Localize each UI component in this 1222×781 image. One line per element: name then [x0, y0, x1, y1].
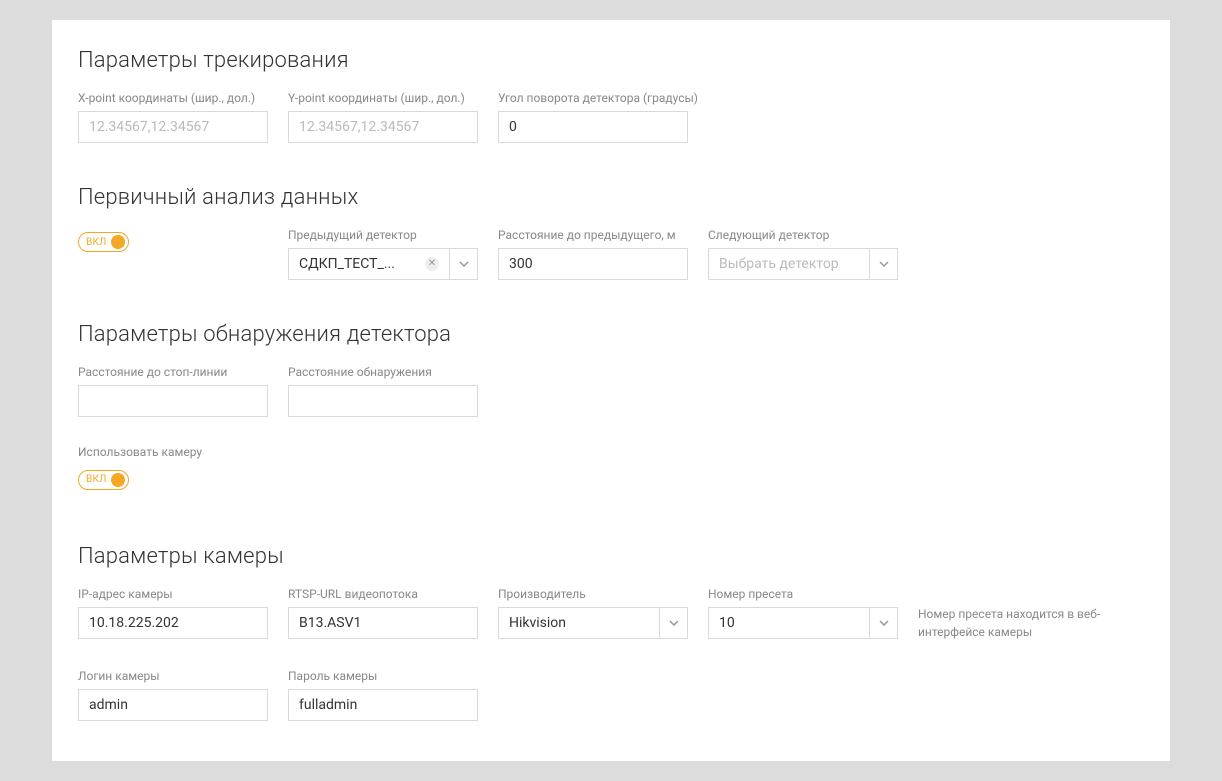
label-camera-password: Пароль камеры — [288, 669, 478, 683]
field-camera-vendor: Производитель Hikvision — [498, 587, 688, 641]
select-camera-preset-display: 10 — [708, 607, 870, 639]
field-stop-line: Расстояние до стоп-линии — [78, 365, 268, 417]
input-detection-distance[interactable] — [288, 385, 478, 417]
chevron-down-icon[interactable] — [450, 248, 478, 280]
field-camera-login: Логин камеры — [78, 669, 268, 721]
row-detection: Расстояние до стоп-линии Расстояние обна… — [78, 365, 1144, 417]
label-camera-preset: Номер пресета — [708, 587, 898, 601]
clear-icon[interactable]: ✕ — [425, 257, 439, 271]
select-next-detector-display: Выбрать детектор — [708, 248, 870, 280]
label-camera-login: Логин камеры — [78, 669, 268, 683]
field-camera-preset: Номер пресета 10 — [708, 587, 898, 641]
select-camera-vendor-display: Hikvision — [498, 607, 660, 639]
toggle-use-camera[interactable]: вкл — [78, 470, 129, 490]
row-tracking: X-point координаты (шир., дол.) Y-point … — [78, 91, 1144, 143]
select-camera-preset[interactable]: 10 — [708, 607, 898, 639]
toggle-primary-label: вкл — [86, 237, 107, 248]
row-camera-2: Логин камеры Пароль камеры — [78, 669, 1144, 721]
label-use-camera: Использовать камеру — [78, 445, 1144, 459]
chevron-down-icon[interactable] — [870, 248, 898, 280]
select-prev-detector-text: СДКП_ТЕСТ_... — [299, 256, 419, 272]
toggle-use-camera-label: вкл — [86, 474, 107, 485]
input-camera-rtsp[interactable] — [288, 607, 478, 639]
section-title-tracking: Параметры трекирования — [78, 48, 1144, 73]
input-angle[interactable] — [498, 111, 688, 143]
input-stop-line[interactable] — [78, 385, 268, 417]
input-distance-prev[interactable] — [498, 248, 688, 280]
field-detection-distance: Расстояние обнаружения — [288, 365, 478, 417]
field-y-point: Y-point координаты (шир., дол.) — [288, 91, 478, 143]
select-next-detector-placeholder: Выбрать детектор — [719, 256, 859, 272]
label-stop-line: Расстояние до стоп-линии — [78, 365, 268, 379]
select-camera-preset-text: 10 — [719, 615, 859, 631]
toggle-knob-icon — [111, 235, 125, 249]
hint-preset: Номер пресета находится в веб-интерфейсе… — [918, 587, 1108, 641]
row-camera-1: IP-адрес камеры RTSP-URL видеопотока Про… — [78, 587, 1144, 641]
field-camera-rtsp: RTSP-URL видеопотока — [288, 587, 478, 641]
field-camera-ip: IP-адрес камеры — [78, 587, 268, 641]
label-camera-rtsp: RTSP-URL видеопотока — [288, 587, 478, 601]
field-camera-password: Пароль камеры — [288, 669, 478, 721]
select-prev-detector-display: СДКП_ТЕСТ_... ✕ — [288, 248, 450, 280]
field-next-detector: Следующий детектор Выбрать детектор — [708, 228, 898, 280]
input-camera-login[interactable] — [78, 689, 268, 721]
label-camera-vendor: Производитель — [498, 587, 688, 601]
chevron-down-icon[interactable] — [870, 607, 898, 639]
label-prev-detector: Предыдущий детектор — [288, 228, 478, 242]
field-prev-detector: Предыдущий детектор СДКП_ТЕСТ_... ✕ — [288, 228, 478, 280]
label-detection-distance: Расстояние обнаружения — [288, 365, 478, 379]
label-y-point: Y-point координаты (шир., дол.) — [288, 91, 478, 105]
section-title-detection: Параметры обнаружения детектора — [78, 322, 1144, 347]
input-camera-password[interactable] — [288, 689, 478, 721]
label-distance-prev: Расстояние до предыдущего, м — [498, 228, 688, 242]
field-primary-toggle: вкл — [78, 228, 268, 280]
field-angle: Угол поворота детектора (градусы) — [498, 91, 688, 143]
section-title-primary: Первичный анализ данных — [78, 185, 1144, 210]
chevron-down-icon[interactable] — [660, 607, 688, 639]
input-camera-ip[interactable] — [78, 607, 268, 639]
field-distance-prev: Расстояние до предыдущего, м — [498, 228, 688, 280]
section-title-camera: Параметры камеры — [78, 544, 1144, 569]
select-camera-vendor-text: Hikvision — [509, 615, 649, 631]
toggle-primary-analysis[interactable]: вкл — [78, 232, 129, 252]
field-use-camera: Использовать камеру вкл — [78, 445, 1144, 490]
label-next-detector: Следующий детектор — [708, 228, 898, 242]
select-camera-vendor[interactable]: Hikvision — [498, 607, 688, 639]
select-prev-detector[interactable]: СДКП_ТЕСТ_... ✕ — [288, 248, 478, 280]
label-x-point: X-point координаты (шир., дол.) — [78, 91, 268, 105]
label-angle: Угол поворота детектора (градусы) — [498, 91, 688, 105]
select-next-detector[interactable]: Выбрать детектор — [708, 248, 898, 280]
label-camera-ip: IP-адрес камеры — [78, 587, 268, 601]
settings-panel: Параметры трекирования X-point координат… — [52, 20, 1170, 761]
row-primary: вкл Предыдущий детектор СДКП_ТЕСТ_... ✕ … — [78, 228, 1144, 280]
input-x-point[interactable] — [78, 111, 268, 143]
toggle-knob-icon — [111, 473, 125, 487]
input-y-point[interactable] — [288, 111, 478, 143]
field-x-point: X-point координаты (шир., дол.) — [78, 91, 268, 143]
